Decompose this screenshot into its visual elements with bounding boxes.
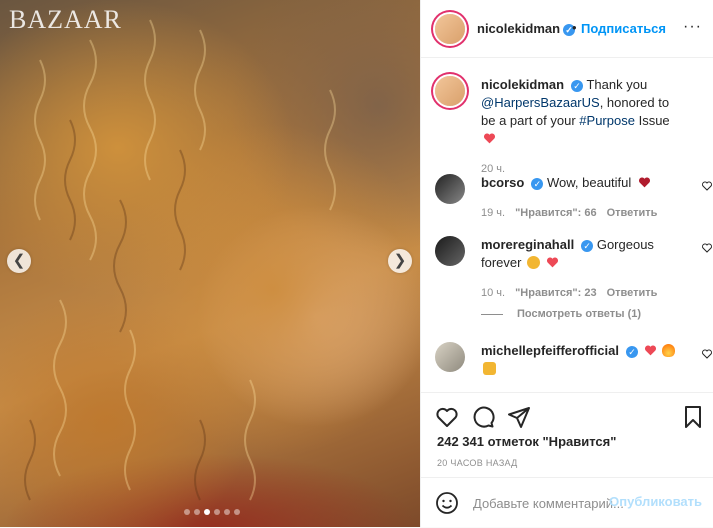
comment-text: michellepfeifferofficial ✓ bbox=[481, 342, 686, 378]
heart-icon[interactable] bbox=[435, 405, 459, 429]
header-username-text[interactable]: nicolekidman bbox=[477, 21, 560, 36]
like-comment-heart-icon[interactable] bbox=[701, 348, 713, 360]
comment-text: bcorso ✓ Wow, beautiful bbox=[481, 174, 686, 192]
action-bar bbox=[421, 392, 713, 437]
comment-item: bcorso ✓ Wow, beautiful 19 ч. "Нравится":… bbox=[435, 174, 712, 222]
carousel-dot bbox=[214, 509, 220, 515]
verified-badge-icon: ✓ bbox=[531, 177, 544, 190]
carousel-dot bbox=[234, 509, 240, 515]
comment-likes[interactable]: "Нравится": 23 bbox=[515, 284, 596, 302]
emoji-picker-icon[interactable] bbox=[435, 491, 459, 515]
carousel-prev-button[interactable]: ❮ bbox=[7, 249, 31, 273]
raised-hands-emoji-icon bbox=[483, 362, 496, 375]
caption-text-part: Issue bbox=[638, 113, 670, 128]
verified-badge-icon: ✓ bbox=[581, 239, 594, 252]
comment-body: Wow, beautiful bbox=[546, 175, 632, 190]
reply-button[interactable]: Ответить bbox=[607, 284, 658, 302]
hair-texture bbox=[24, 19, 336, 501]
post-sidebar: nicolekidman ✓ • Подписаться ··· nicoleki… bbox=[420, 0, 713, 527]
avatar[interactable] bbox=[435, 342, 465, 372]
publish-button[interactable]: Опубликовать bbox=[609, 494, 702, 509]
comment-text: morereginahall ✓ Gorgeous forever bbox=[481, 236, 686, 272]
carousel-dot bbox=[194, 509, 200, 515]
caption: nicolekidman ✓ Thank you @HarpersBazaarUS… bbox=[435, 76, 705, 178]
share-icon[interactable] bbox=[507, 405, 531, 429]
like-comment-heart-icon[interactable] bbox=[701, 242, 713, 254]
comment-icon[interactable] bbox=[471, 405, 495, 429]
heart-emoji-icon bbox=[638, 177, 650, 188]
comment-username[interactable]: michellepfeifferofficial bbox=[481, 343, 619, 358]
caption-username[interactable]: nicolekidman bbox=[481, 77, 564, 92]
more-horizontal-icon[interactable]: ··· bbox=[683, 18, 702, 36]
comment-meta: 10 ч. "Нравится": 23 Ответить bbox=[481, 284, 705, 302]
like-comment-heart-icon[interactable] bbox=[701, 180, 713, 192]
red-heart-emoji-icon bbox=[546, 257, 558, 268]
header-username[interactable]: nicolekidman ✓ bbox=[477, 21, 576, 36]
fire-emoji-icon bbox=[662, 344, 676, 357]
comments-list[interactable]: nicolekidman ✓ Thank you @HarpersBazaarUS… bbox=[421, 58, 713, 392]
post-dialog: BAZAAR ❮ ❯ nicolekidman ✓ • Подписаться ·… bbox=[0, 0, 713, 527]
add-comment-bar: Опубликовать bbox=[421, 477, 713, 528]
red-heart-emoji-icon bbox=[483, 133, 496, 144]
comment-username[interactable]: morereginahall bbox=[481, 237, 574, 252]
carousel-dot-active bbox=[204, 509, 210, 515]
post-timestamp: 20 ЧАСОВ НАЗАД bbox=[437, 458, 518, 468]
hashtag-link[interactable]: #Purpose bbox=[579, 113, 635, 128]
avatar[interactable] bbox=[435, 76, 465, 106]
post-photo[interactable]: BAZAAR ❮ ❯ bbox=[0, 0, 420, 527]
verified-badge-icon: ✓ bbox=[571, 79, 584, 92]
reply-button[interactable]: Ответить bbox=[607, 204, 658, 222]
comment-time: 10 ч. bbox=[481, 287, 506, 299]
view-replies-button[interactable]: Посмотреть ответы (1) bbox=[481, 308, 641, 320]
post-header: nicolekidman ✓ • Подписаться ··· bbox=[421, 0, 713, 58]
mention-link[interactable]: @HarpersBazaarUS bbox=[481, 95, 600, 110]
comment-username[interactable]: bcorso bbox=[481, 175, 524, 190]
comment-item: michellepfeifferofficial ✓ bbox=[435, 342, 712, 378]
carousel-indicator bbox=[184, 509, 240, 515]
comment-time: 19 ч. bbox=[481, 207, 506, 219]
carousel-dot bbox=[184, 509, 190, 515]
heart-eyes-emoji-icon bbox=[527, 256, 541, 269]
magazine-logo: BAZAAR bbox=[9, 5, 122, 34]
red-heart-emoji-icon bbox=[644, 345, 656, 356]
carousel-next-button[interactable]: ❯ bbox=[388, 249, 412, 273]
comment-input[interactable] bbox=[471, 492, 625, 514]
comment-item: morereginahall ✓ Gorgeous forever 10 ч. "… bbox=[435, 236, 712, 302]
carousel-dot bbox=[224, 509, 230, 515]
avatar[interactable] bbox=[435, 14, 465, 44]
comment-likes[interactable]: "Нравится": 66 bbox=[515, 204, 596, 222]
caption-text-part: Thank you bbox=[586, 77, 648, 92]
avatar[interactable] bbox=[435, 174, 465, 204]
likes-count[interactable]: 242 341 отметок "Нравится" bbox=[437, 434, 616, 449]
verified-badge-icon: ✓ bbox=[625, 345, 638, 358]
avatar[interactable] bbox=[435, 236, 465, 266]
separator-dot: • bbox=[572, 20, 577, 35]
follow-button[interactable]: Подписаться bbox=[581, 21, 666, 36]
bookmark-icon[interactable] bbox=[681, 405, 705, 429]
comment-meta: 19 ч. "Нравится": 66 Ответить bbox=[481, 204, 705, 222]
caption-text: nicolekidman ✓ Thank you @HarpersBazaarUS… bbox=[481, 76, 686, 148]
